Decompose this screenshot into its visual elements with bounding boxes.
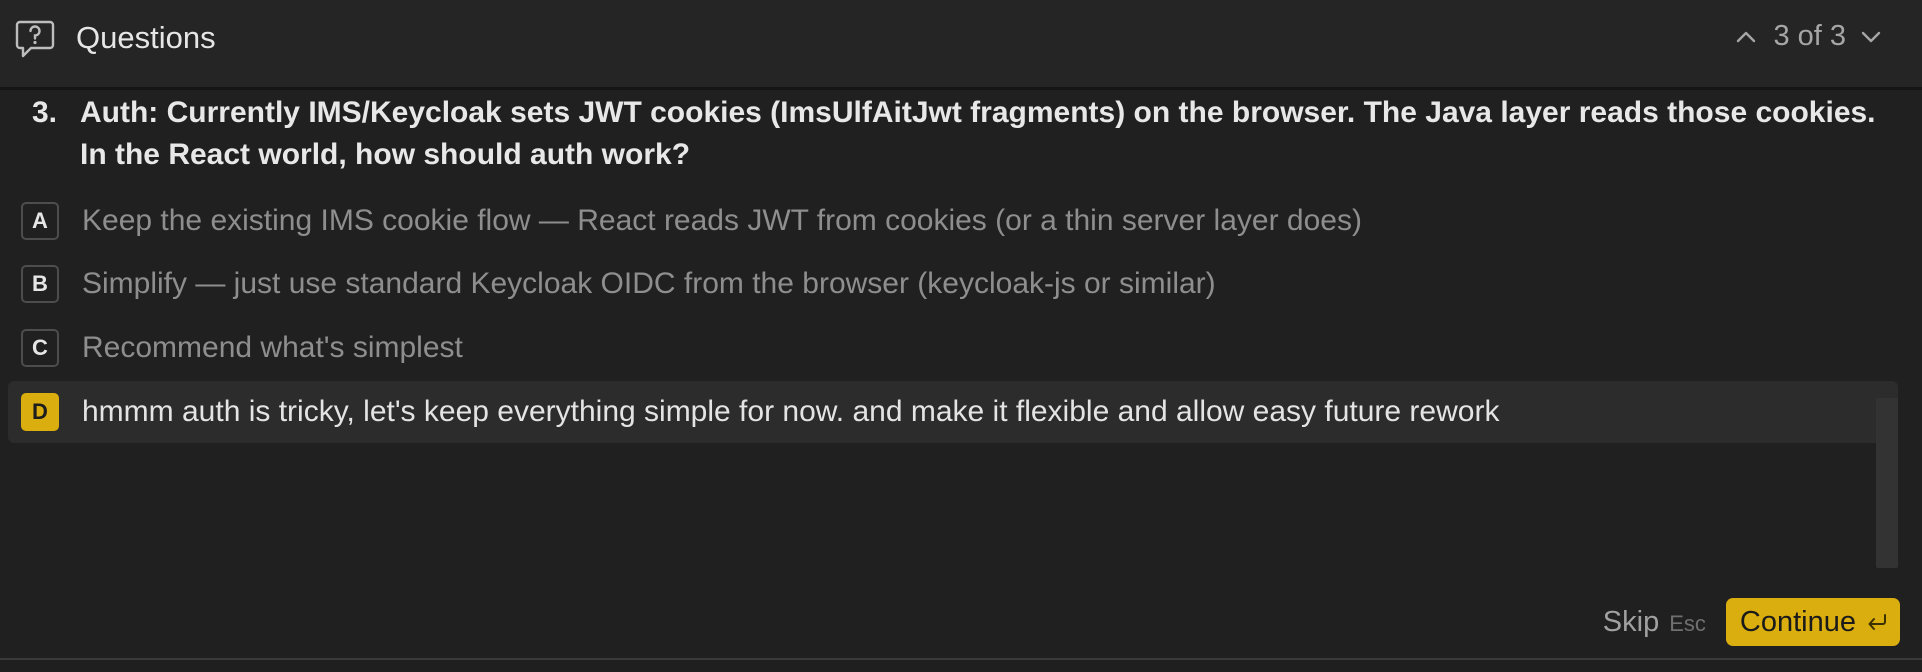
pager-count: 3 of 3 [1773, 20, 1846, 52]
option-label: Simplify — just use standard Keycloak OI… [82, 267, 1216, 300]
option-label: Recommend what's simplest [82, 331, 463, 364]
option-a[interactable]: A Keep the existing IMS cookie flow — Re… [8, 190, 1898, 252]
question-text-block: 3. Auth: Currently IMS/Keycloak sets JWT… [32, 92, 1892, 176]
option-b[interactable]: B Simplify — just use standard Keycloak … [8, 253, 1898, 315]
option-key-badge: C [21, 329, 59, 367]
questions-panel: Questions 3 of 3 3. Auth: Currently IMS/… [0, 0, 1922, 660]
skip-shortcut-hint: Esc [1669, 610, 1706, 636]
question-bubble-icon [15, 20, 55, 58]
option-key-badge: B [21, 265, 59, 303]
enter-key-icon [1868, 614, 1886, 630]
option-key-badge: A [21, 202, 59, 240]
panel-title: Questions [76, 20, 216, 55]
skip-button[interactable]: Skip Esc [1603, 606, 1706, 639]
chevron-down-icon[interactable] [1860, 30, 1882, 44]
continue-button[interactable]: Continue [1725, 598, 1900, 646]
option-c[interactable]: C Recommend what's simplest [8, 317, 1898, 379]
question-number: 3. [32, 96, 58, 129]
option-d[interactable]: D hmmm auth is tricky, let's keep everyt… [8, 381, 1898, 443]
panel-footer: Skip Esc Continue [1603, 598, 1900, 646]
option-label: Keep the existing IMS cookie flow — Reac… [82, 204, 1362, 237]
options-scrollbar[interactable] [1876, 398, 1898, 568]
panel-header: Questions 3 of 3 [0, 0, 1922, 90]
option-label: hmmm auth is tricky, let's keep everythi… [82, 395, 1500, 428]
continue-label: Continue [1739, 605, 1856, 638]
skip-label: Skip [1602, 605, 1660, 638]
question-pager: 3 of 3 [1735, 20, 1882, 53]
option-key-badge: D [21, 393, 59, 431]
chevron-up-icon[interactable] [1735, 30, 1757, 44]
question-text: Auth: Currently IMS/Keycloak sets JWT co… [80, 96, 1876, 171]
